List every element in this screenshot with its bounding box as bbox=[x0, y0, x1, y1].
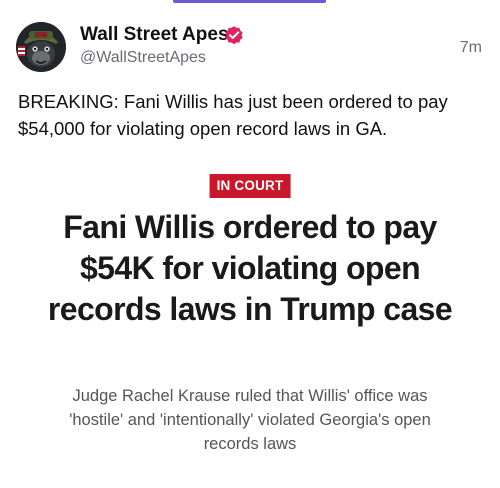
post-text: BREAKING: Fani Willis has just been orde… bbox=[18, 91, 448, 139]
article-preview-card[interactable]: IN COURT Fani Willis ordered to pay $54K… bbox=[0, 160, 500, 488]
article-subheadline: Judge Rachel Krause ruled that Willis' o… bbox=[69, 387, 431, 453]
author-avatar[interactable] bbox=[16, 22, 66, 72]
author-handle[interactable]: @WallStreetApes bbox=[80, 48, 206, 68]
ape-avatar-icon bbox=[16, 22, 66, 72]
article-section-tag: IN COURT bbox=[209, 174, 291, 198]
article-headline: Fani Willis ordered to pay $54K for viol… bbox=[47, 209, 453, 327]
verified-badge-icon bbox=[225, 26, 243, 45]
post-timestamp[interactable]: 7m bbox=[460, 38, 482, 58]
author-display-name[interactable]: Wall Street Apes bbox=[80, 24, 229, 46]
post-card[interactable]: Wall Street Apes @WallStreetApes 7m BREA… bbox=[0, 0, 500, 488]
